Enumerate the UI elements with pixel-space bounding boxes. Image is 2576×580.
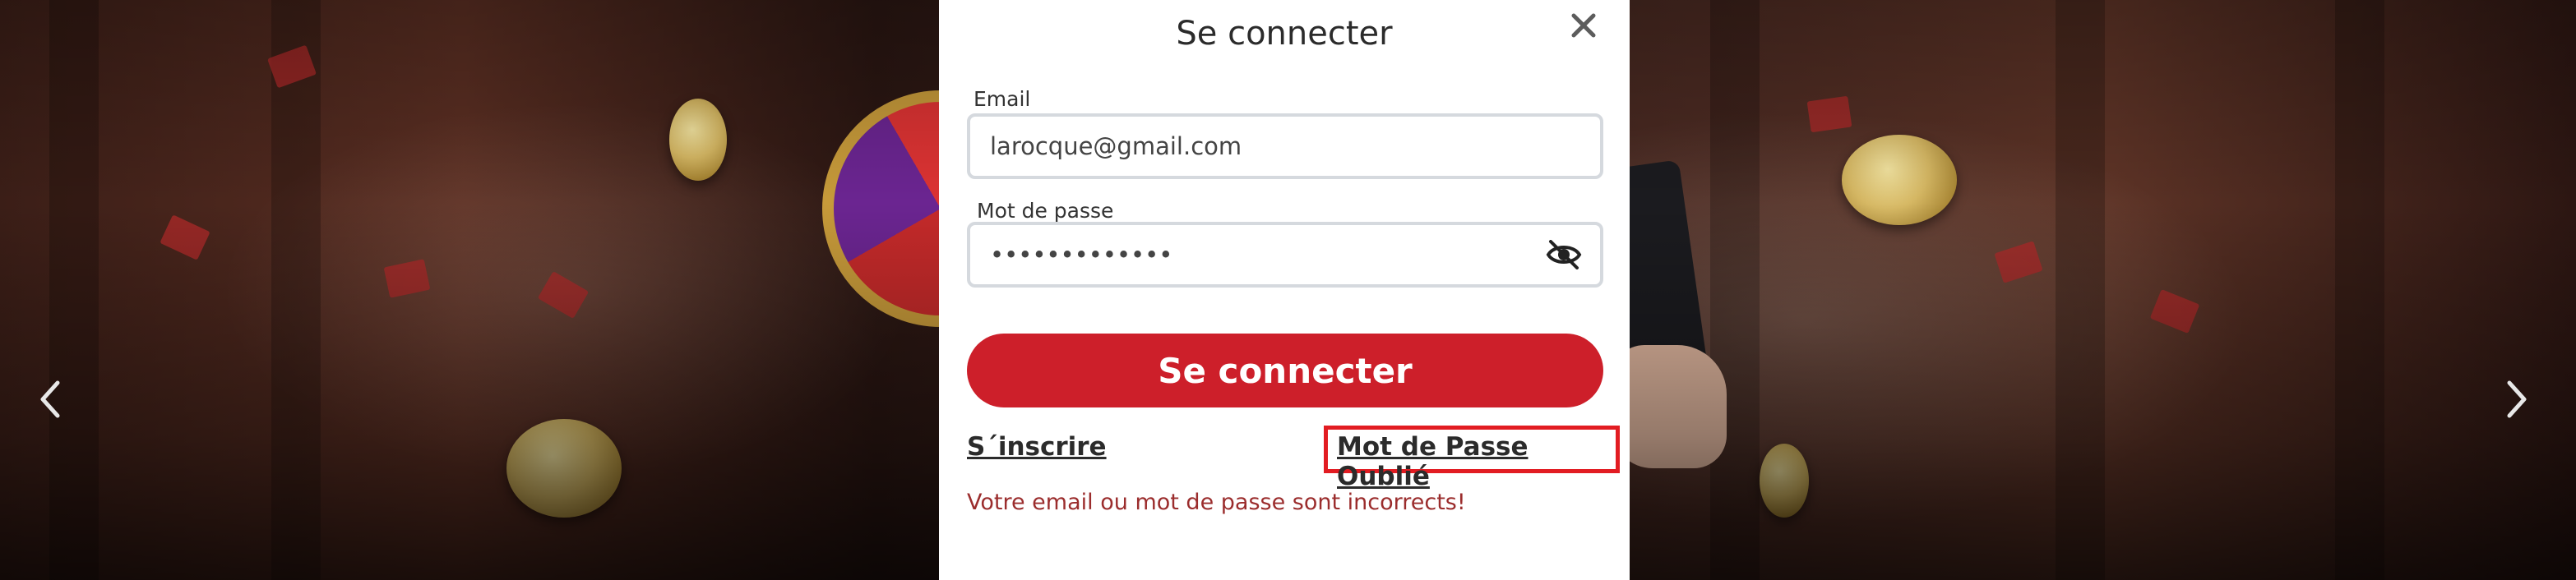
flying-card-deco [1994, 241, 2043, 283]
carousel-next-button[interactable] [2504, 380, 2529, 426]
register-link[interactable]: S´inscrire [967, 432, 1107, 462]
login-submit-button[interactable]: Se connecter [967, 334, 1603, 407]
flying-card-deco [383, 259, 431, 298]
chevron-left-icon [40, 380, 60, 418]
close-icon [1571, 13, 1596, 38]
password-visibility-toggle[interactable] [1546, 240, 1582, 269]
chevron-right-icon [2507, 380, 2527, 418]
background-pillar [49, 0, 99, 580]
forgot-password-link[interactable]: Mot de Passe Oublié [1337, 432, 1630, 491]
flying-card-deco [1806, 95, 1852, 133]
flying-card-deco [160, 214, 210, 260]
flying-card-deco [2149, 289, 2200, 334]
background-pillar [1710, 0, 1760, 580]
password-label: Mot de passe [977, 199, 1114, 223]
background-pillar [2056, 0, 2105, 580]
email-field-wrapper [967, 113, 1603, 179]
modal-title: Se connecter [1176, 15, 1393, 53]
flying-card-deco [537, 271, 590, 319]
background-pillar [271, 0, 321, 580]
coin-deco [1760, 444, 1809, 518]
login-modal: Se connecter Email Mot de passe Se conne… [939, 0, 1630, 580]
password-field[interactable] [970, 225, 1600, 284]
eye-off-icon [1546, 240, 1582, 269]
coin-deco [506, 419, 622, 518]
email-label: Email [974, 87, 1031, 111]
carousel-prev-button[interactable] [38, 380, 62, 426]
close-button[interactable] [1567, 12, 1600, 44]
email-field[interactable] [970, 117, 1600, 176]
coin-deco [1842, 135, 1957, 225]
error-message: Votre email ou mot de passe sont incorre… [967, 490, 1466, 515]
flying-card-deco [267, 44, 317, 89]
password-field-wrapper [967, 222, 1603, 288]
coin-deco [669, 99, 727, 181]
background-pillar [2335, 0, 2384, 580]
